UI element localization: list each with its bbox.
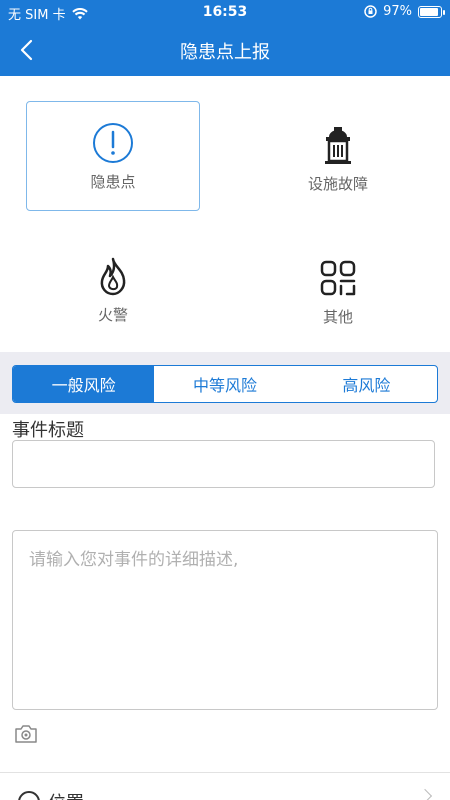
category-other[interactable]: 其他 [251,236,425,346]
category-label: 火警 [97,305,128,324]
fire-hydrant-icon [316,123,360,167]
event-description-input[interactable] [12,530,438,710]
grid-icon [316,256,360,300]
battery-fill [420,7,439,16]
location-row[interactable]: 位置 [0,773,450,800]
tab-general-risk[interactable]: 一般风险 [13,366,155,402]
category-grid: 隐患点 设施故障 火警 其他 [0,76,450,352]
battery-percent: 97% [383,4,412,19]
flame-icon [91,254,135,298]
event-title-label: 事件标题 [12,420,84,441]
alert-circle-icon [91,121,135,165]
nav-bar: 隐患点上报 [0,24,450,76]
camera-icon [15,725,37,743]
status-bar: 无 SIM 卡 16:53 97% [0,0,450,24]
status-right: 97% [364,4,445,19]
battery-icon [418,5,445,18]
category-label: 其他 [322,307,353,326]
chevron-right-icon [417,788,433,800]
category-fire-alarm[interactable]: 火警 [26,234,200,344]
risk-level-tabs: 一般风险 中等风险 高风险 [12,365,438,403]
event-title-input[interactable] [12,440,435,488]
tab-high-risk[interactable]: 高风险 [296,366,437,402]
category-hazard[interactable]: 隐患点 [26,101,200,211]
category-facility-fault[interactable]: 设施故障 [251,103,425,213]
category-label: 设施故障 [307,174,368,193]
page-title: 隐患点上报 [180,42,270,63]
camera-button[interactable] [14,724,38,744]
orientation-lock-icon [364,5,377,18]
location-icon [18,791,40,800]
category-label: 隐患点 [90,172,136,191]
risk-level-strip: 一般风险 中等风险 高风险 [0,352,450,414]
tab-medium-risk[interactable]: 中等风险 [154,366,295,402]
location-label: 位置 [48,789,84,800]
